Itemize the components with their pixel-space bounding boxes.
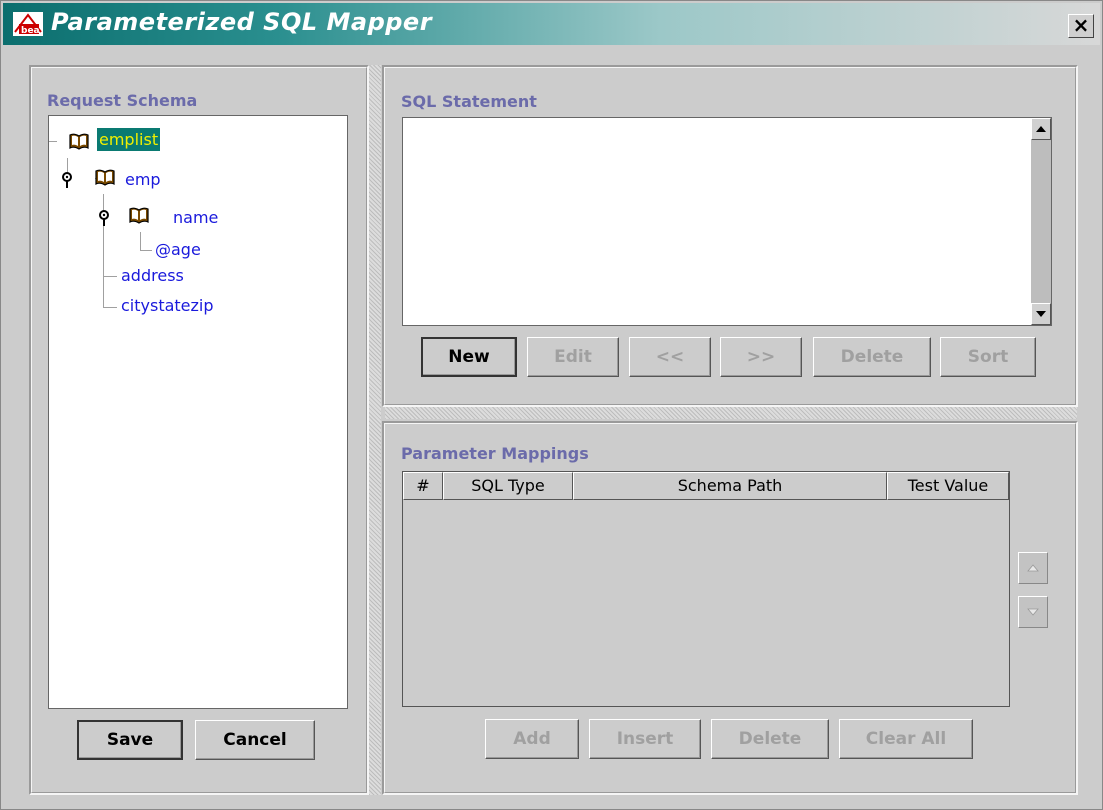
- arrow-up-icon: [1027, 564, 1039, 572]
- column-header-number[interactable]: #: [403, 472, 443, 500]
- save-button[interactable]: Save: [77, 720, 183, 760]
- book-icon: [129, 207, 149, 224]
- cancel-button[interactable]: Cancel: [195, 720, 315, 760]
- move-up-button[interactable]: [1018, 552, 1048, 584]
- clear-all-button[interactable]: Clear All: [839, 719, 973, 759]
- svg-text:bea: bea: [21, 26, 40, 36]
- arrow-up-icon: [1036, 126, 1046, 132]
- vertical-splitter[interactable]: [369, 65, 381, 795]
- mapper-window: bea Parameterized SQL Mapper × Request S…: [0, 0, 1103, 810]
- tree-node-name[interactable]: name: [173, 208, 218, 227]
- expand-handle-icon[interactable]: [60, 170, 74, 188]
- sort-button[interactable]: Sort: [940, 337, 1036, 377]
- schema-tree[interactable]: emplist emp name @age address citystatez…: [48, 115, 348, 709]
- arrow-down-icon: [1027, 608, 1039, 616]
- delete-sql-button[interactable]: Delete: [813, 337, 931, 377]
- book-icon: [69, 133, 89, 150]
- parameter-mappings-table[interactable]: # SQL Type Schema Path Test Value: [402, 471, 1010, 707]
- title-bar[interactable]: bea Parameterized SQL Mapper ×: [3, 3, 1100, 45]
- scroll-up-button[interactable]: [1031, 118, 1051, 140]
- close-icon: ×: [1072, 13, 1090, 37]
- parameter-mappings-label: Parameter Mappings: [401, 444, 589, 463]
- tree-node-citystatezip[interactable]: citystatezip: [121, 296, 214, 315]
- bea-logo-icon: bea: [13, 12, 43, 36]
- column-header-sql-type[interactable]: SQL Type: [443, 472, 573, 500]
- move-down-button[interactable]: [1018, 596, 1048, 628]
- previous-button[interactable]: <<: [629, 337, 711, 377]
- book-icon: [95, 169, 115, 186]
- sql-statement-label: SQL Statement: [401, 92, 537, 111]
- window-title: Parameterized SQL Mapper: [51, 8, 433, 36]
- expand-handle-icon[interactable]: [97, 208, 111, 226]
- add-button[interactable]: Add: [485, 719, 579, 759]
- close-button[interactable]: ×: [1068, 14, 1094, 38]
- column-header-test-value[interactable]: Test Value: [887, 472, 1009, 500]
- new-button[interactable]: New: [421, 337, 517, 377]
- sql-statement-textarea[interactable]: [402, 117, 1052, 326]
- delete-mapping-button[interactable]: Delete: [711, 719, 829, 759]
- request-schema-label: Request Schema: [47, 91, 198, 110]
- scroll-down-button[interactable]: [1031, 303, 1051, 325]
- horizontal-splitter[interactable]: [385, 407, 1077, 419]
- tree-node-emplist[interactable]: emplist: [97, 128, 161, 151]
- edit-button[interactable]: Edit: [527, 337, 619, 377]
- tree-node-age[interactable]: @age: [155, 240, 201, 259]
- arrow-down-icon: [1036, 311, 1046, 317]
- tree-node-address[interactable]: address: [121, 266, 184, 285]
- sql-scrollbar-track[interactable]: [1031, 140, 1051, 304]
- tree-node-emp[interactable]: emp: [125, 170, 161, 189]
- next-button[interactable]: >>: [720, 337, 802, 377]
- insert-button[interactable]: Insert: [589, 719, 701, 759]
- column-header-schema-path[interactable]: Schema Path: [573, 472, 887, 500]
